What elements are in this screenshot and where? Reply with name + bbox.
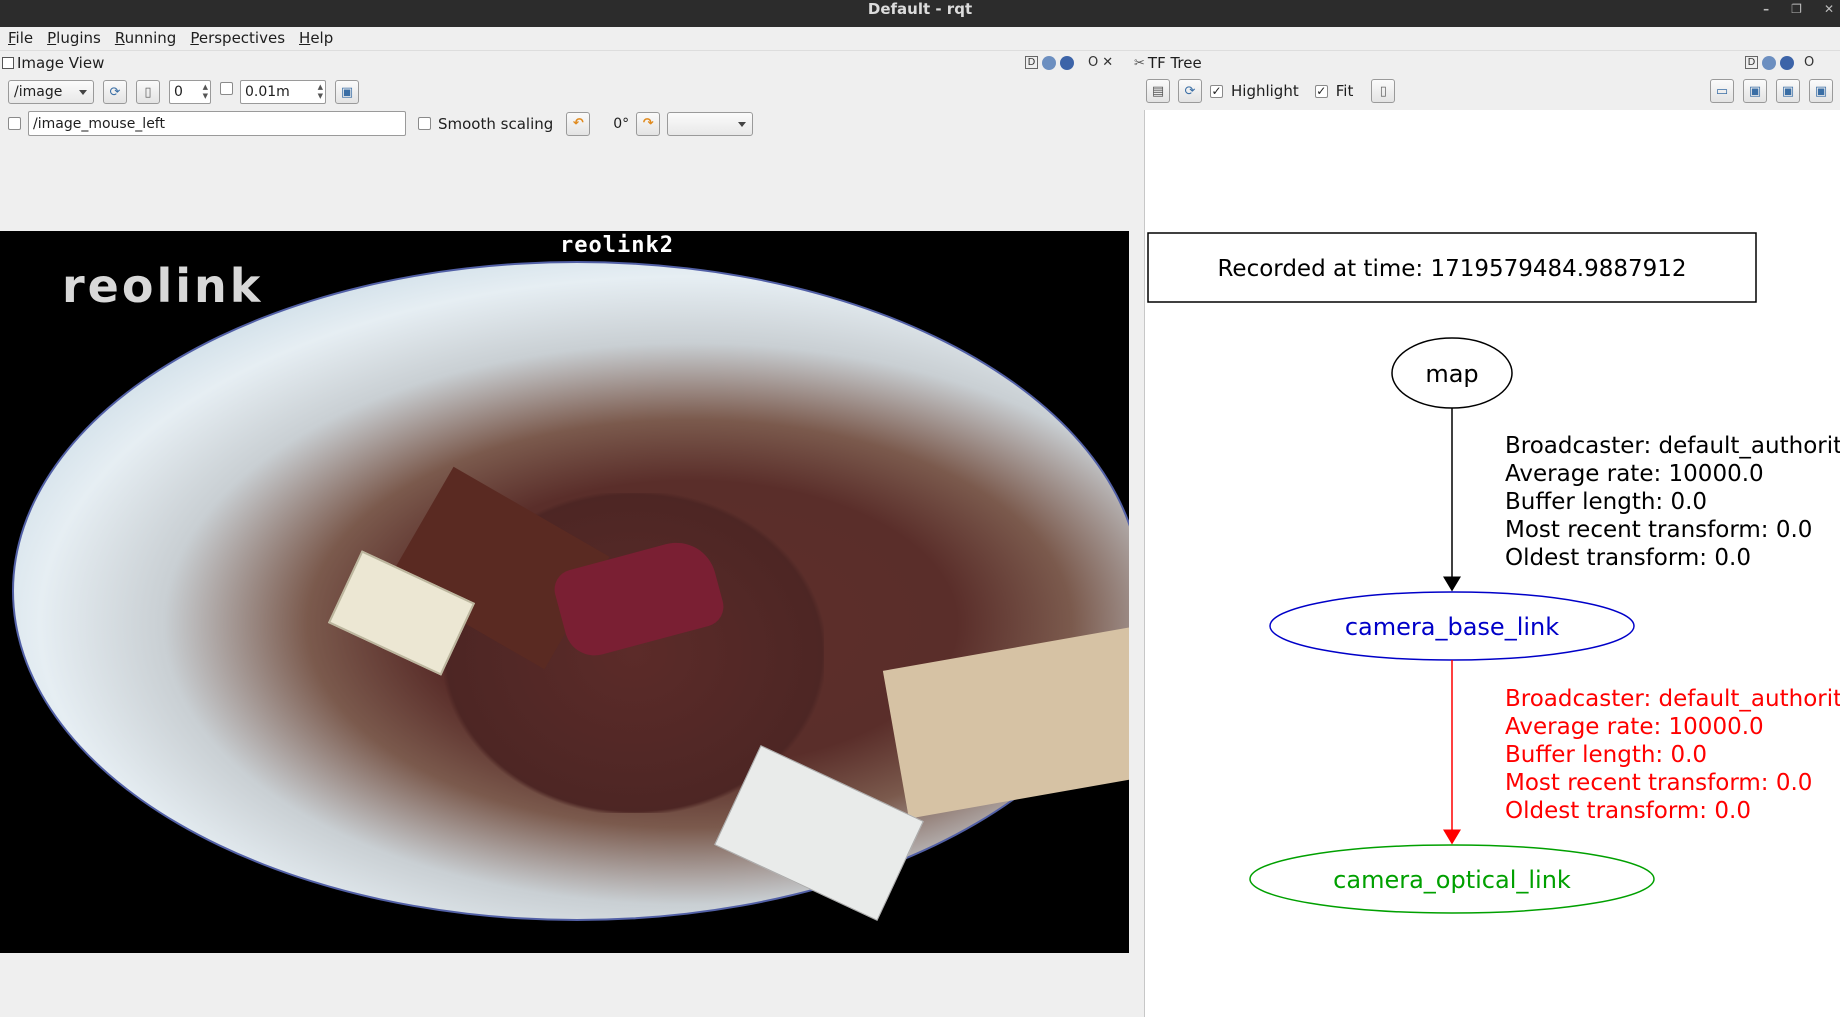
rotate-left-icon: ↶ xyxy=(572,116,584,131)
mouse-topic-input[interactable]: /image_mouse_left xyxy=(28,111,406,136)
tf-tree-debug-button[interactable]: D xyxy=(1745,56,1758,69)
topic-combo-value: /image xyxy=(14,84,63,100)
image-view-dock-buttons: D O ✕ xyxy=(1025,55,1113,70)
chevron-down-icon xyxy=(738,121,747,127)
image-view-float-button[interactable]: O xyxy=(1088,55,1098,70)
tf-tree-title: TF Tree xyxy=(1147,54,1202,72)
open-file-icon: ▭ xyxy=(1715,83,1729,99)
tf-tree-float-button[interactable]: O xyxy=(1804,55,1814,70)
menu-file[interactable]: File xyxy=(8,27,33,50)
fit-view-button[interactable]: ▯ xyxy=(1371,79,1396,103)
load-dot-button[interactable]: ▭ xyxy=(1710,79,1734,103)
edge2-average-rate: Average rate: 10000.0 xyxy=(1505,714,1764,740)
max-range-spinbox[interactable]: 0.01m ▲ ▼ xyxy=(240,80,326,104)
reolink-logo: reolink xyxy=(62,259,264,313)
spin-arrows-icon: ▲ ▼ xyxy=(317,83,323,100)
image-view-title: Image View xyxy=(17,54,105,72)
highlight-label: Highlight xyxy=(1231,82,1299,100)
edge1-buffer-length: Buffer length: 0.0 xyxy=(1505,489,1707,515)
rotate-right-icon: ↷ xyxy=(642,116,654,131)
color-scheme-combo[interactable] xyxy=(667,111,754,136)
menu-plugins[interactable]: Plugins xyxy=(47,27,101,50)
num-gridlines-spinbox[interactable]: 0 ▲ ▼ xyxy=(169,80,211,104)
edge2-broadcaster: Broadcaster: default_authority xyxy=(1505,686,1840,712)
topic-combo[interactable]: /image xyxy=(8,80,94,104)
image-view-debug-button[interactable]: D xyxy=(1025,56,1038,69)
edge2-buffer-length: Buffer length: 0.0 xyxy=(1505,742,1707,768)
window-title: Default - rqt xyxy=(867,0,973,18)
chevron-down-icon xyxy=(79,90,87,95)
save-icon: ▣ xyxy=(1814,83,1828,99)
image-watermark-title: reolink2 xyxy=(560,233,674,258)
node-map-label: map xyxy=(1425,360,1478,388)
image-view-reload-icon[interactable] xyxy=(1042,55,1056,70)
window-titlebar: Default - rqt – ❐ ✕ xyxy=(0,0,1840,27)
save-image-button[interactable]: ▣ xyxy=(335,80,359,104)
tf-tree-reload-icon[interactable] xyxy=(1762,55,1776,70)
refresh-icon: ⟳ xyxy=(1184,83,1196,99)
edge2-oldest: Oldest transform: 0.0 xyxy=(1505,798,1751,824)
rotate-right-button[interactable]: ↷ xyxy=(636,111,661,136)
num-gridlines-value: 0 xyxy=(174,84,183,100)
max-range-value: 0.01m xyxy=(245,84,290,100)
zoom-1-button[interactable]: ▯ xyxy=(136,80,160,104)
minimize-button[interactable]: – xyxy=(1763,0,1769,18)
edge1-most-recent: Most recent transform: 0.0 xyxy=(1505,517,1812,543)
fit-label: Fit xyxy=(1335,82,1354,100)
save-icon: ▣ xyxy=(1748,83,1762,99)
dynamic-range-checkbox[interactable] xyxy=(220,81,233,95)
publish-click-checkbox[interactable] xyxy=(8,117,21,130)
menu-running[interactable]: Running xyxy=(115,27,176,50)
save-icon: ▣ xyxy=(340,84,354,100)
tf-tree-dock-buttons: D O xyxy=(1745,55,1814,70)
image-view-close-button[interactable]: ✕ xyxy=(1102,55,1113,70)
tf-tree-toolbar-right: ▭ ▣ ▣ ▣ xyxy=(1710,79,1833,103)
tf-tree-help-icon[interactable] xyxy=(1780,55,1794,70)
close-button[interactable]: ✕ xyxy=(1824,0,1834,18)
edge1-average-rate: Average rate: 10000.0 xyxy=(1505,461,1764,487)
save-icon: ▣ xyxy=(1781,83,1795,99)
image-view-help-icon[interactable] xyxy=(1060,55,1074,70)
tf-tree-toolbar: ▤ ⟳ ✓ Highlight ✓ Fit ▯ xyxy=(1146,79,1396,103)
fisheye-view xyxy=(12,261,1129,921)
rotation-label: 0° xyxy=(613,115,630,132)
edge1-broadcaster: Broadcaster: default_authority xyxy=(1505,433,1840,459)
zoom-icon: ▯ xyxy=(144,84,152,100)
refresh-icon: ⟳ xyxy=(109,84,121,100)
smooth-scaling-checkbox[interactable] xyxy=(418,117,431,130)
spin-arrows-icon: ▲ ▼ xyxy=(202,83,208,100)
rotate-left-button[interactable]: ↶ xyxy=(566,111,591,136)
save-dot-button[interactable]: ▣ xyxy=(1743,79,1767,103)
node-camera-optical-link-label: camera_optical_link xyxy=(1333,866,1571,894)
camera-image[interactable]: reolink2 reolink xyxy=(0,231,1129,953)
image-view-title-bar: Image View xyxy=(2,52,104,74)
refresh-graph-button[interactable]: ⟳ xyxy=(1178,79,1202,103)
smooth-scaling-label: Smooth scaling xyxy=(438,114,554,133)
maximize-button[interactable]: ❐ xyxy=(1791,0,1802,18)
fit-checkbox[interactable]: ✓ xyxy=(1314,84,1328,98)
recorded-time-label: Recorded at time: 1719579484.9887912 xyxy=(1217,256,1686,282)
node-camera-base-link-label: camera_base_link xyxy=(1345,613,1559,641)
image-view-toolbar: /image ⟳ ▯ 0 ▲ ▼ 0.01m ▲ ▼ ▣ xyxy=(8,80,359,104)
highlight-checkbox[interactable]: ✓ xyxy=(1210,84,1223,98)
edge2-most-recent: Most recent transform: 0.0 xyxy=(1505,770,1812,796)
tf-graph-svg: Recorded at time: 1719579484.9887912 map… xyxy=(1147,232,1840,914)
menu-help[interactable]: Help xyxy=(299,27,333,50)
save-svg-button[interactable]: ▣ xyxy=(1776,79,1800,103)
clear-buffer-button[interactable]: ▤ xyxy=(1146,79,1170,103)
image-view-plugin-icon xyxy=(2,57,14,69)
image-view-toolbar-2: /image_mouse_left Smooth scaling ↶ 0° ↷ xyxy=(8,111,754,136)
tf-graph-view[interactable]: Recorded at time: 1719579484.9887912 map… xyxy=(1144,110,1840,1017)
cabinet-shape xyxy=(882,627,1129,819)
edge1-oldest: Oldest transform: 0.0 xyxy=(1505,545,1751,571)
menu-perspectives[interactable]: Perspectives xyxy=(190,27,285,50)
save-image-button[interactable]: ▣ xyxy=(1809,79,1833,103)
fit-icon: ▯ xyxy=(1379,83,1387,99)
tf-tree-title-bar: ✂ TF Tree xyxy=(1134,52,1202,74)
clear-icon: ▤ xyxy=(1151,83,1165,99)
mouse-topic-value: /image_mouse_left xyxy=(33,115,165,132)
menu-bar: File Plugins Running Perspectives Help xyxy=(0,27,1840,51)
wrench-icon: ✂ xyxy=(1134,55,1145,71)
refresh-topics-button[interactable]: ⟳ xyxy=(103,80,127,104)
